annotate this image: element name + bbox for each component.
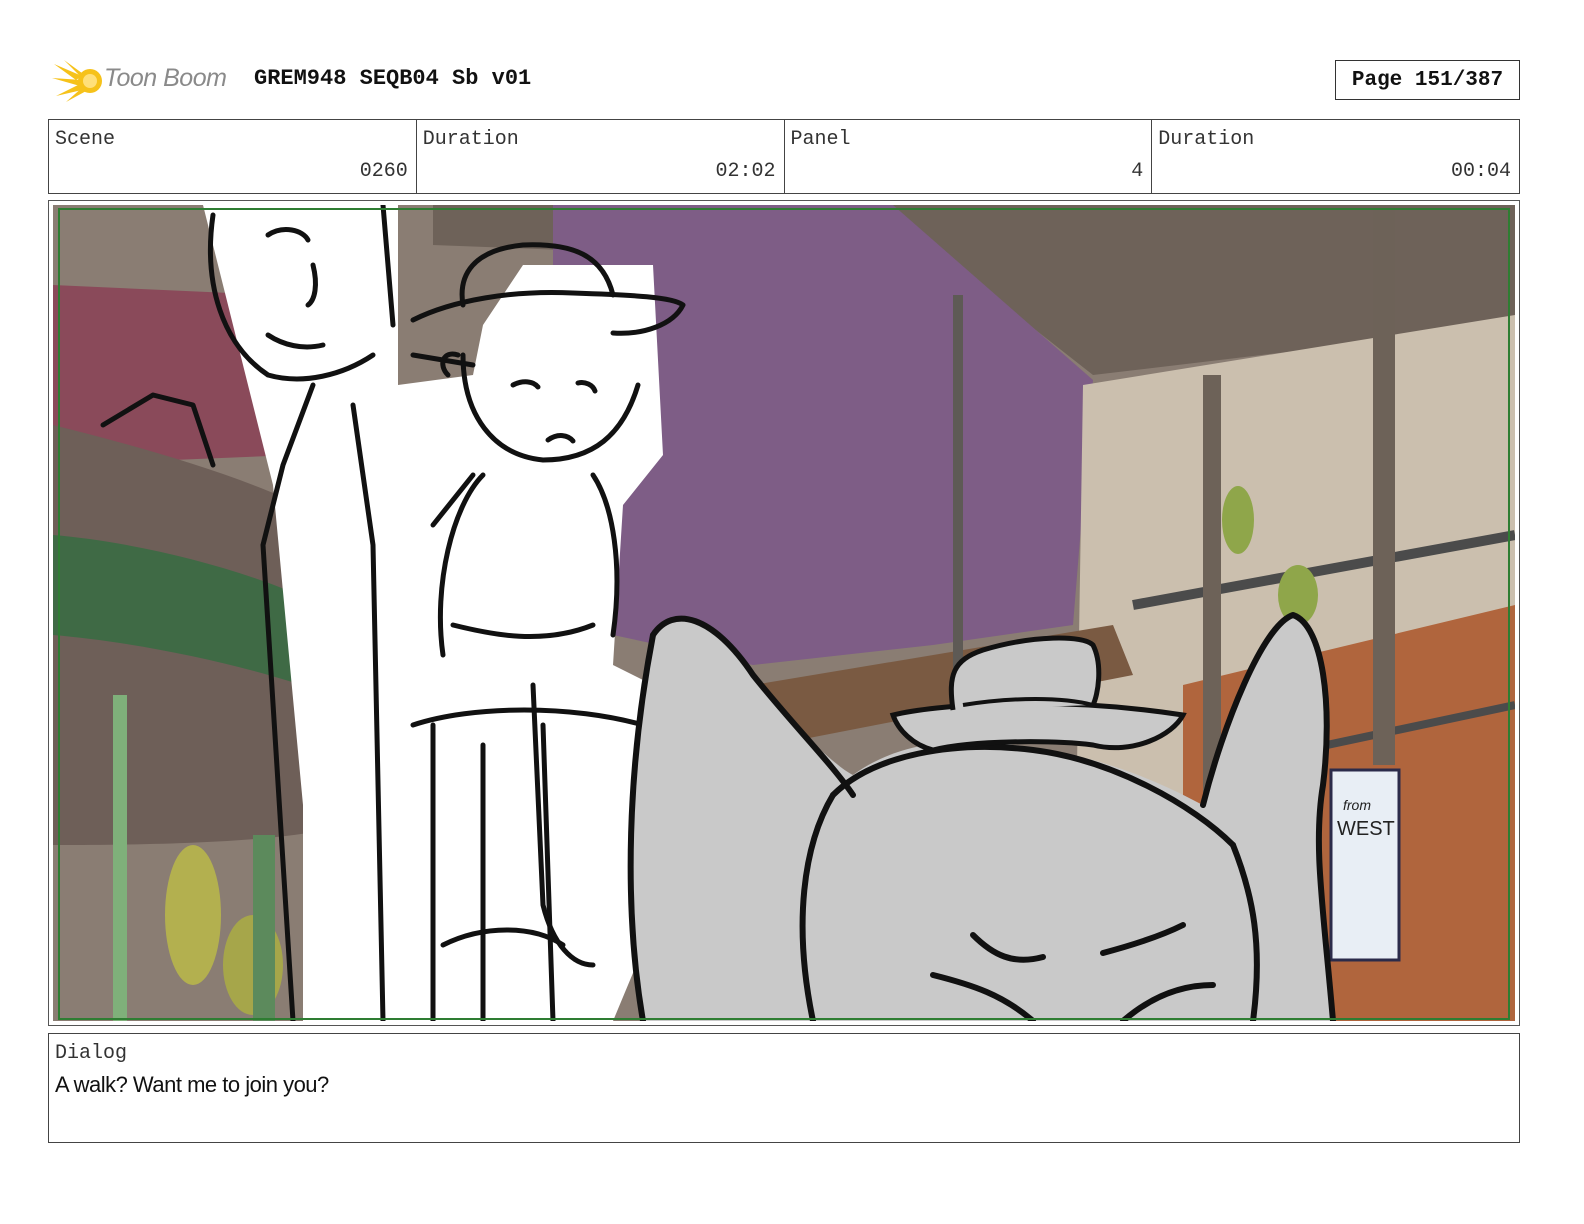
panel-duration-label: Duration	[1158, 128, 1255, 151]
scene-label: Scene	[55, 128, 116, 151]
scene-info-row: Scene 0260 Duration 02:02 Panel 4 Durati…	[48, 119, 1520, 194]
dialog-text: A walk? Want me to join you?	[55, 1072, 329, 1097]
dialog-box: Dialog A walk? Want me to join you?	[48, 1033, 1520, 1143]
document-title: GREM948 SEQB04 Sb v01	[254, 66, 532, 91]
page-number: Page 151/387	[1335, 60, 1520, 100]
scene-duration-cell: Duration 02:02	[417, 120, 785, 193]
logo-text: Toon Boom	[104, 64, 227, 92]
panel-duration-cell: Duration 00:04	[1152, 120, 1519, 193]
scene-duration-value: 02:02	[715, 160, 776, 183]
panel-value: 4	[1131, 160, 1144, 183]
scene-cell: Scene 0260	[49, 120, 417, 193]
dialog-label: Dialog	[55, 1042, 128, 1065]
panel-cell: Panel 4	[785, 120, 1153, 193]
panel-duration-value: 00:04	[1450, 160, 1511, 183]
panel-artwork: from WEST	[53, 205, 1515, 1021]
panel-label: Panel	[790, 128, 851, 151]
storyboard-panel: from WEST	[48, 200, 1520, 1026]
scene-value: 0260	[359, 160, 408, 183]
scene-duration-label: Duration	[422, 128, 519, 151]
poster-line1: from	[1343, 797, 1371, 813]
poster-line2: WEST	[1337, 818, 1395, 840]
